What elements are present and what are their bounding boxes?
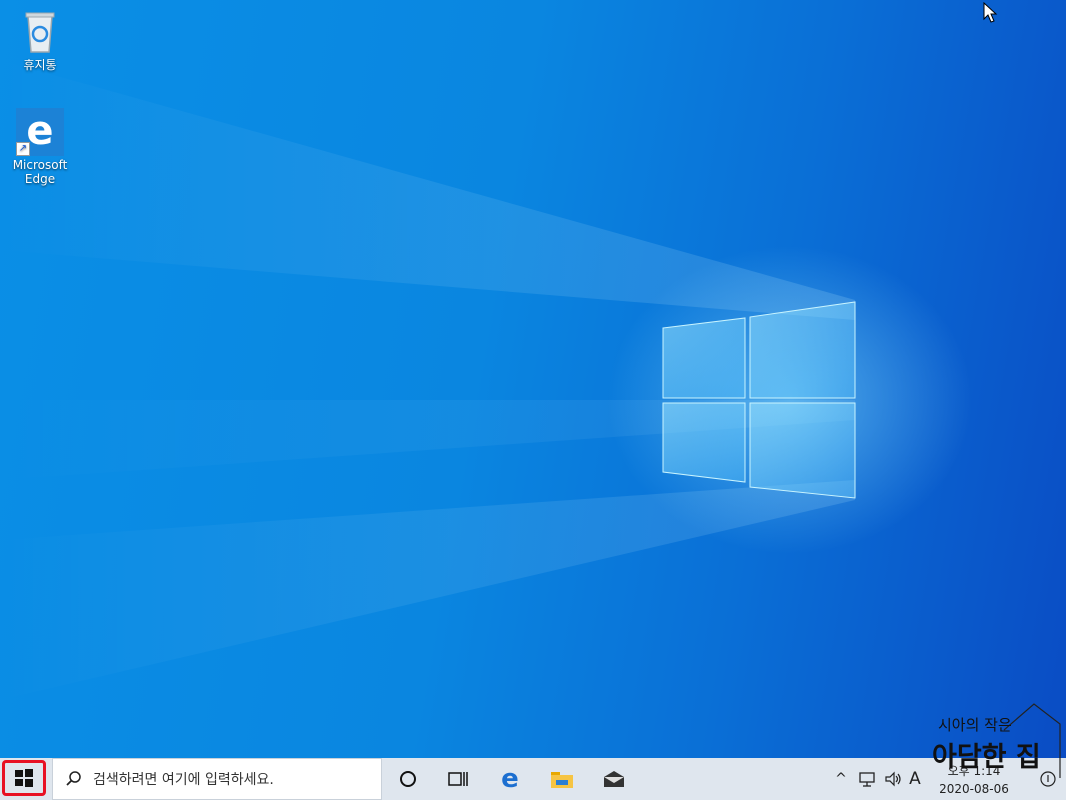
file-explorer-icon (551, 772, 573, 788)
edge-icon: e (501, 764, 519, 794)
speaker-icon (885, 771, 901, 787)
watermark-line1: 시아의 작은 (938, 716, 1012, 734)
desktop-icon-label: Microsoft Edge (12, 158, 68, 186)
desktop-icon-recycle-bin[interactable]: 휴지통 (4, 8, 76, 72)
watermark: 시아의 작은 아담한 집 (932, 703, 1061, 778)
taskbar-edge-button[interactable]: e (486, 758, 534, 800)
task-view-button[interactable] (434, 758, 482, 800)
search-box[interactable]: 검색하려면 여기에 입력하세요. (52, 758, 382, 800)
shortcut-arrow-icon: ↗ (16, 142, 30, 156)
show-hidden-icons-button[interactable]: ^ (828, 758, 854, 800)
network-button[interactable] (854, 758, 880, 800)
recycle-bin-icon (16, 8, 64, 56)
mail-icon (604, 771, 624, 787)
watermark-line2: 아담한 집 (932, 742, 1041, 773)
chevron-up-icon: ^ (835, 771, 847, 787)
network-icon (859, 772, 875, 787)
mail-button[interactable] (590, 758, 638, 800)
windows-logo-icon (15, 769, 33, 787)
volume-button[interactable] (880, 758, 906, 800)
search-placeholder: 검색하려면 여기에 입력하세요. (93, 772, 274, 788)
desktop[interactable]: 휴지통 e ↗ Microsoft Edge (0, 0, 1066, 758)
wallpaper (0, 60, 856, 700)
file-explorer-button[interactable] (538, 758, 586, 800)
cortana-button[interactable] (384, 758, 432, 800)
task-view-icon (448, 772, 468, 786)
cortana-icon (400, 771, 416, 787)
start-button[interactable] (2, 760, 46, 796)
edge-icon: e ↗ (16, 108, 64, 156)
mouse-cursor-icon (983, 2, 998, 23)
search-icon (66, 771, 81, 786)
ime-button[interactable]: A (904, 758, 926, 800)
desktop-icon-label: 휴지통 (23, 58, 57, 72)
desktop-icon-edge[interactable]: e ↗ Microsoft Edge (4, 108, 76, 186)
taskbar: 검색하려면 여기에 입력하세요. e ^ A 오후 1:14 2020-08-0… (0, 758, 1066, 800)
ime-indicator: A (909, 769, 921, 789)
